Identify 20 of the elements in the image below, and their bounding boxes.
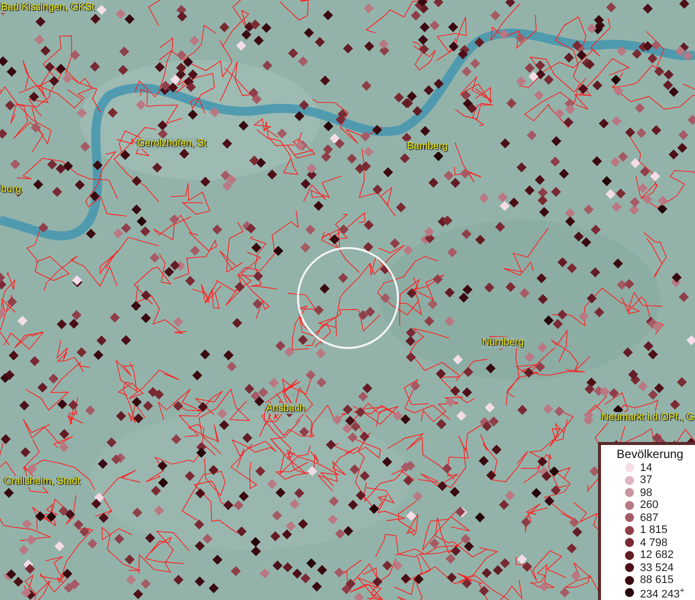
- legend-label: 37: [640, 474, 652, 486]
- place-label: Bamberg: [406, 141, 449, 152]
- legend-label: 4 798: [640, 536, 668, 549]
- place-label: Crailsheim, Stadt: [3, 476, 82, 487]
- place-label: Neumarkt i.d.OPf., G: [600, 412, 695, 423]
- place-label: Bad Kissingen, GKSt: [0, 2, 96, 13]
- legend-label: 33 524: [640, 562, 674, 574]
- legend-label: 1 815: [640, 524, 668, 536]
- place-label: Ansbach: [265, 403, 306, 414]
- legend-title: Bevölkerung: [616, 446, 684, 460]
- legend-label: 98: [640, 486, 652, 499]
- legend-label: 88 615: [640, 574, 674, 586]
- place-label: burg: [0, 184, 22, 195]
- legend-label: 260: [640, 499, 658, 512]
- legend-label: 687: [640, 512, 658, 524]
- place-label: Nürnberg: [481, 337, 525, 348]
- legend-label: 234 243$^{+}$: [640, 584, 684, 600]
- place-label: Gerolzhofen, St: [136, 138, 208, 149]
- legend-label: 12 682: [640, 549, 674, 562]
- legend-label: 14: [640, 462, 652, 474]
